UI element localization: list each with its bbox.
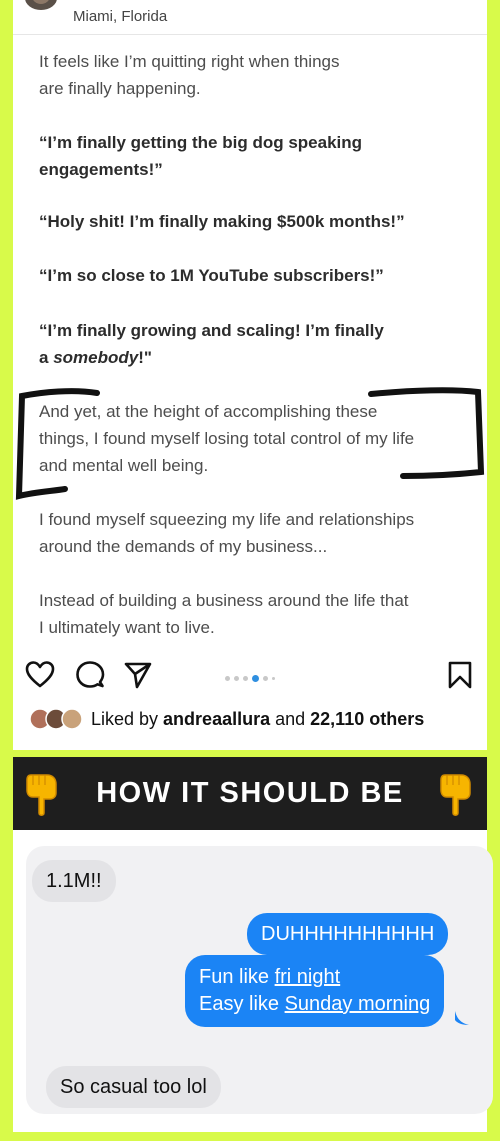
- bubble-tail: [455, 1011, 469, 1025]
- left-bracket-annotation: [15, 388, 100, 500]
- likes-prefix: Liked by: [91, 709, 164, 729]
- section-banner: HOW IT SHOULD BE: [13, 757, 487, 830]
- pointing-down-icon: [440, 774, 471, 816]
- carousel-dot: [243, 676, 248, 682]
- carousel-dot: [263, 676, 268, 682]
- caption-line: !": [138, 348, 152, 367]
- message-link[interactable]: fri night: [275, 966, 341, 988]
- liker-username[interactable]: andreaallura: [163, 709, 270, 729]
- caption-emphasis: somebody: [53, 348, 139, 367]
- post-header: Miami, Florida: [13, 0, 487, 35]
- caption-line: It feels like I’m quitting right when th…: [39, 52, 340, 71]
- received-message: So casual too lol: [46, 1066, 221, 1108]
- right-bracket-annotation: [368, 387, 485, 479]
- imessage-screenshot: 1.1M!! DUHHHHHHHHHH Fun like fri night E…: [13, 830, 493, 1132]
- liker-avatars: [29, 708, 83, 730]
- caption-line: around the demands of my business...: [39, 537, 328, 556]
- caption-line: are finally happening.: [39, 79, 201, 98]
- caption-paragraph: Instead of building a business around th…: [39, 587, 479, 641]
- carousel-dot: [234, 676, 239, 682]
- message-thread: 1.1M!! DUHHHHHHHHHH Fun like fri night E…: [26, 846, 493, 1114]
- caption-line: “I’m finally getting the big dog speakin…: [39, 133, 363, 152]
- likes-text: Liked by andreaallura and 22,110 others: [91, 709, 424, 730]
- comment-icon[interactable]: [75, 660, 105, 690]
- message-link[interactable]: Sunday morning: [285, 993, 431, 1015]
- caption-line: engagements!”: [39, 160, 163, 179]
- post-location[interactable]: Miami, Florida: [73, 8, 167, 25]
- caption-paragraph: I found myself squeezing my life and rel…: [39, 506, 479, 560]
- carousel-dot-active: [252, 675, 259, 683]
- caption-line: “I’m finally growing and scaling! I’m fi…: [39, 321, 384, 340]
- caption-quote: “Holy shit! I’m finally making $500k mon…: [39, 208, 479, 235]
- caption-quote: “I’m so close to 1M YouTube subscribers!…: [39, 262, 479, 289]
- caption-line: I ultimately want to live.: [39, 618, 215, 637]
- caption-line: “Holy shit! I’m finally making $500k mon…: [39, 212, 405, 231]
- avatar[interactable]: [23, 0, 59, 16]
- bookmark-icon[interactable]: [445, 660, 475, 690]
- sent-message: Fun like fri night Easy like Sunday morn…: [185, 955, 445, 1027]
- heart-icon[interactable]: [25, 660, 55, 690]
- carousel-dot: [272, 677, 275, 681]
- likes-count[interactable]: 22,110 others: [310, 709, 424, 729]
- caption-quote: “I’m finally growing and scaling! I’m fi…: [39, 317, 479, 371]
- received-message: 1.1M!!: [32, 860, 116, 902]
- caption-line: a: [39, 348, 54, 367]
- message-text: Easy like: [199, 993, 285, 1015]
- share-icon[interactable]: [123, 660, 153, 690]
- instagram-post: Miami, Florida It feels like I’m quittin…: [13, 0, 487, 750]
- caption-quote: “I’m finally getting the big dog speakin…: [39, 129, 479, 183]
- post-actions: [13, 660, 487, 696]
- caption-line: “I’m so close to 1M YouTube subscribers!…: [39, 266, 384, 285]
- sent-message: DUHHHHHHHHHH: [247, 913, 449, 955]
- caption-line: I found myself squeezing my life and rel…: [39, 510, 415, 529]
- message-text: Fun like: [199, 966, 275, 988]
- likes-mid: and: [270, 709, 311, 729]
- caption-line: Instead of building a business around th…: [39, 591, 409, 610]
- carousel-indicator: [223, 670, 277, 683]
- caption-paragraph: It feels like I’m quitting right when th…: [39, 48, 479, 102]
- carousel-dot: [225, 676, 230, 682]
- banner-title: HOW IT SHOULD BE: [96, 777, 404, 809]
